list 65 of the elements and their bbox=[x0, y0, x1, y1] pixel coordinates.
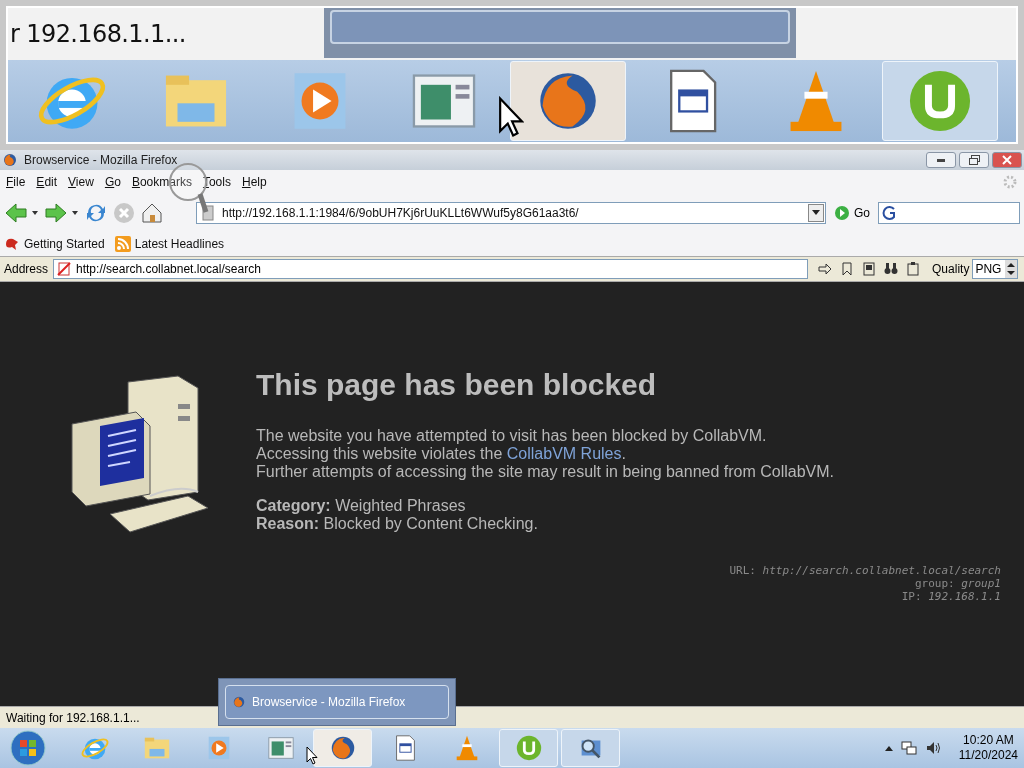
home-button[interactable] bbox=[140, 201, 164, 225]
minimize-button[interactable] bbox=[926, 152, 956, 168]
paragraph-line: Further attempts of accessing the site may result in being banned from CollabVM. bbox=[256, 463, 835, 481]
page-heading: This page has been blocked bbox=[256, 367, 658, 403]
detail-line: Reason: Blocked by Content Checking. bbox=[256, 515, 539, 533]
spinner-icon[interactable] bbox=[1005, 260, 1018, 278]
paragraph-line: Accessing this website violates the CollabVM Rules. bbox=[256, 445, 627, 463]
mouse-pointer-icon bbox=[498, 96, 524, 138]
play-circle-icon bbox=[834, 205, 850, 221]
popup-title: Browservice - Mozilla Firefox bbox=[252, 694, 406, 711]
paragraph-line: The website you have attempted to visit has been blocked by CollabVM. bbox=[256, 427, 768, 445]
meta-line: group: group1 bbox=[914, 577, 1001, 590]
fox-globe-icon[interactable] bbox=[232, 695, 246, 709]
start-button[interactable] bbox=[8, 728, 48, 768]
status-text: Waiting for 192.168.1.1... bbox=[6, 709, 140, 727]
address-text: http://search.collabnet.local/search bbox=[76, 261, 261, 278]
url-field[interactable]: http://192.168.1.1:1984/6/9obUH7Kj6rUuKLLt6WWuf5y8G61aa3t6/ bbox=[196, 202, 826, 224]
address-field[interactable]: http://search.collabnet.local/search bbox=[53, 259, 809, 279]
bookmark-link[interactable]: Latest Headlines bbox=[114, 235, 225, 253]
quality-select[interactable]: PNG bbox=[972, 259, 1019, 279]
go-arrow-icon[interactable] bbox=[817, 261, 834, 277]
fox-globe-icon[interactable] bbox=[2, 152, 18, 168]
blocked-page-icon bbox=[57, 262, 72, 276]
taskbar-button[interactable] bbox=[313, 729, 372, 767]
quality-label: Quality bbox=[932, 261, 970, 278]
quality-value: PNG bbox=[974, 261, 1002, 278]
menu-item[interactable]: Go bbox=[100, 173, 125, 191]
rules-link[interactable]: CollabVM Rules bbox=[506, 445, 622, 462]
menu-item[interactable]: Bookmarks bbox=[127, 173, 196, 191]
taskbar-button[interactable] bbox=[561, 729, 620, 767]
up-arrow-icon[interactable] bbox=[884, 745, 893, 751]
detail-line: Category: Weighted Phrases bbox=[256, 497, 467, 515]
window-title: Browservice - Mozilla Firefox bbox=[24, 152, 178, 169]
go-button[interactable]: Go bbox=[830, 204, 874, 222]
restore-button[interactable] bbox=[959, 152, 989, 168]
menu-item[interactable]: Tools bbox=[198, 173, 235, 191]
clock-date: 11/20/2024 bbox=[958, 748, 1018, 763]
url-text: http://192.168.1.1:1984/6/9obUH7Kj6rUuKLLt6WWuf5y8G61aa3t6/ bbox=[222, 205, 579, 222]
status-text: r 192.168.1.1... bbox=[9, 19, 186, 50]
close-icon bbox=[1002, 155, 1012, 165]
close-button[interactable] bbox=[992, 152, 1022, 168]
menu-item[interactable]: Edit bbox=[32, 173, 62, 191]
throbber-icon bbox=[1002, 174, 1018, 190]
menu-item[interactable]: Help bbox=[237, 173, 271, 191]
mouse-pointer-icon bbox=[306, 746, 318, 765]
meta-line: URL: http://search.collabnet.local/search bbox=[729, 564, 1001, 577]
meta-line: IP: 192.168.1.1 bbox=[901, 590, 1001, 603]
restore-icon bbox=[968, 155, 980, 165]
page-icon bbox=[200, 205, 216, 221]
menu-item[interactable]: File bbox=[2, 173, 30, 191]
clock-time: 10:20 AM bbox=[963, 733, 1014, 748]
address-label: Address bbox=[3, 261, 50, 278]
taskbar-button[interactable] bbox=[510, 61, 626, 141]
network-icon[interactable] bbox=[900, 740, 917, 756]
speaker-icon[interactable] bbox=[924, 740, 941, 756]
bookmark-icon bbox=[4, 236, 20, 252]
bookmark-link[interactable]: Getting Started bbox=[4, 235, 105, 253]
menu-item[interactable]: View bbox=[64, 173, 98, 191]
page-icon[interactable] bbox=[861, 261, 878, 277]
search-field[interactable] bbox=[878, 202, 1020, 224]
clipboard-icon[interactable] bbox=[905, 261, 922, 277]
clock[interactable]: 10:20 AM 11/20/2024 bbox=[958, 733, 1018, 763]
binoculars-icon[interactable] bbox=[883, 261, 900, 277]
rss-icon bbox=[114, 236, 131, 252]
minimize-icon bbox=[937, 158, 945, 162]
